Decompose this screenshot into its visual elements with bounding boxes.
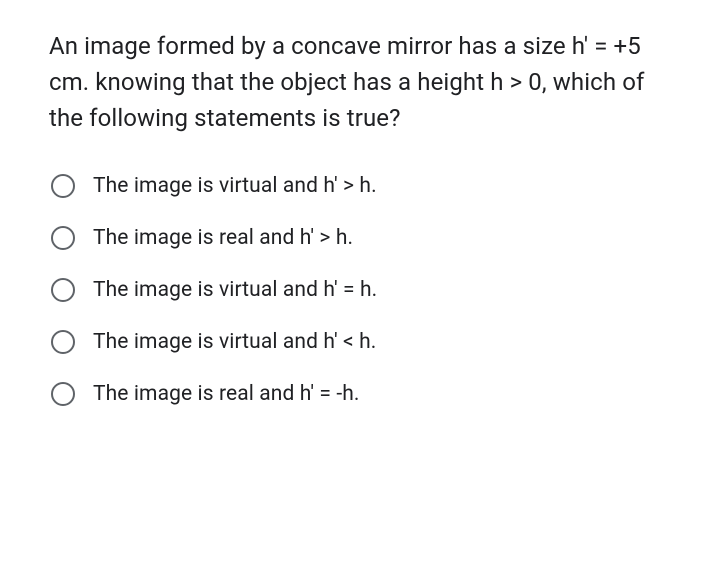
question-text: An image formed by a concave mirror has … (49, 28, 680, 136)
option-label: The image is virtual and h' < h. (93, 330, 376, 354)
option-label: The image is virtual and h' = h. (93, 278, 377, 302)
option-2[interactable]: The image is real and h' > h. (51, 226, 680, 250)
option-4[interactable]: The image is virtual and h' < h. (51, 330, 680, 354)
option-label: The image is real and h' > h. (93, 226, 353, 250)
radio-icon (51, 278, 75, 302)
radio-icon (51, 226, 75, 250)
option-5[interactable]: The image is real and h' = -h. (51, 382, 680, 406)
option-label: The image is virtual and h' > h. (93, 174, 377, 198)
options-list: The image is virtual and h' > h. The ima… (49, 174, 680, 406)
option-label: The image is real and h' = -h. (93, 382, 360, 406)
radio-icon (51, 174, 75, 198)
option-3[interactable]: The image is virtual and h' = h. (51, 278, 680, 302)
radio-icon (51, 330, 75, 354)
option-1[interactable]: The image is virtual and h' > h. (51, 174, 680, 198)
radio-icon (51, 382, 75, 406)
